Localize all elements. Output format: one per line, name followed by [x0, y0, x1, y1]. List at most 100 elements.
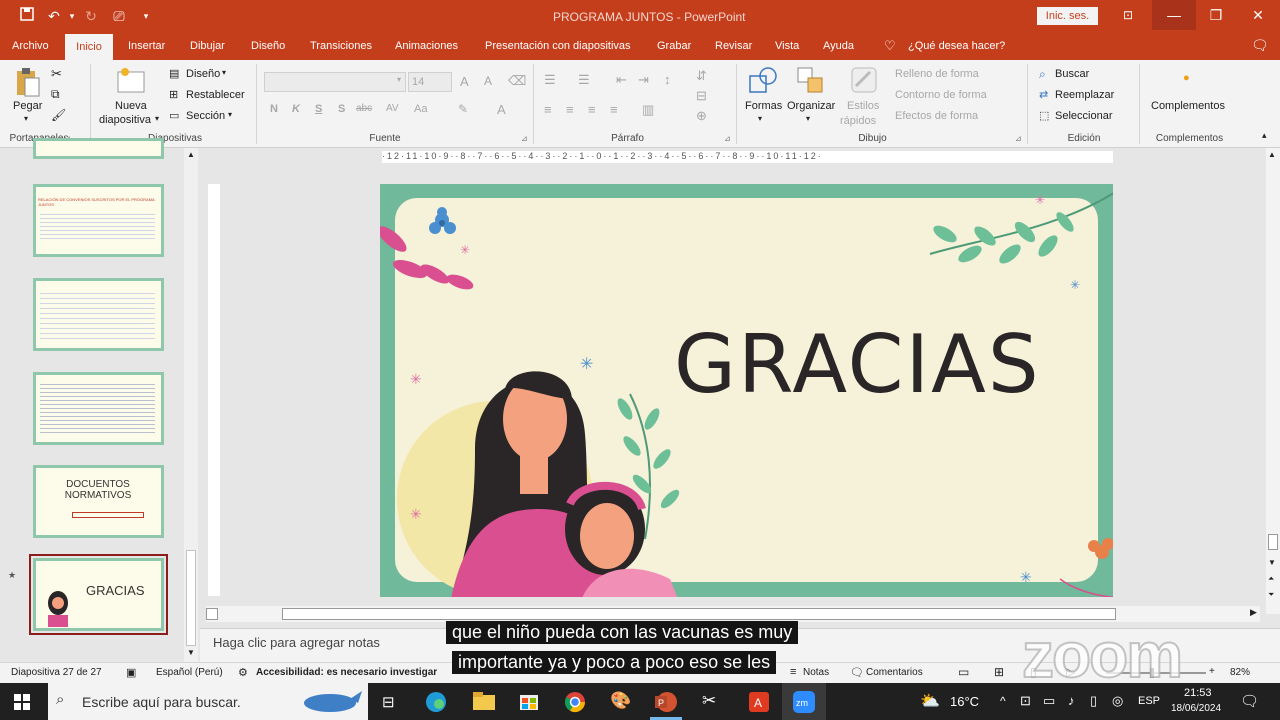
format-painter-icon[interactable]: 🖌	[51, 108, 66, 122]
comments-toggle[interactable]: Comentarios	[866, 667, 923, 678]
find-button[interactable]: Buscar	[1055, 68, 1089, 80]
italic-button[interactable]: K	[292, 103, 300, 115]
undo-icon[interactable]: ↶	[45, 7, 63, 25]
scroll-up-icon[interactable]: ▲	[1268, 150, 1276, 159]
slide[interactable]: ✳ ✳ ✳ ✳ ✳ ✳ ✳ GRACIAS	[380, 184, 1113, 597]
chevron-down-icon[interactable]: ▾	[758, 114, 762, 123]
dialog-launcher-icon[interactable]: ⊿	[521, 134, 528, 143]
weather-icon[interactable]: ⛅	[920, 691, 940, 711]
clock-time[interactable]: 21:53	[1184, 687, 1212, 699]
align-text-icon[interactable]: ⊟	[696, 88, 707, 104]
bullets-icon[interactable]: ☰	[544, 72, 556, 88]
justify-icon[interactable]: ≡	[610, 102, 618, 117]
select-button[interactable]: Seleccionar	[1055, 110, 1112, 122]
chrome-icon[interactable]	[564, 691, 586, 713]
tab-insertar[interactable]: Insertar	[128, 40, 165, 52]
shadow-button[interactable]: S	[338, 103, 345, 115]
cut-icon[interactable]: ✂	[51, 66, 62, 82]
customize-qat-icon[interactable]: ▾	[137, 7, 155, 25]
chevron-down-icon[interactable]: ▾	[222, 68, 226, 77]
dialog-launcher-icon[interactable]: ⊿	[724, 134, 731, 143]
smartart-icon[interactable]: ⊕	[696, 108, 707, 124]
reset-button[interactable]: Restablecer	[186, 89, 245, 101]
collapse-ribbon-icon[interactable]: ▴	[1262, 130, 1267, 141]
clock-date[interactable]: 18/06/2024	[1171, 703, 1221, 714]
shapes-button[interactable]: Formas	[745, 100, 782, 112]
align-center-icon[interactable]: ≡	[566, 102, 574, 117]
quick-styles-label-1[interactable]: Estilos	[847, 100, 879, 112]
scroll-thumb[interactable]	[1268, 534, 1278, 550]
slide-thumbnail[interactable]	[33, 372, 164, 445]
bold-button[interactable]: N	[270, 103, 278, 115]
zoom-level[interactable]: 82%	[1230, 667, 1250, 678]
file-explorer-icon[interactable]	[473, 692, 495, 710]
numbering-icon[interactable]: ☰	[578, 72, 590, 88]
next-slide-icon[interactable]: ⏷	[1268, 590, 1274, 600]
shapes-icon[interactable]	[748, 66, 778, 96]
align-left-icon[interactable]: ≡	[544, 102, 552, 117]
arrange-icon[interactable]	[796, 66, 826, 96]
slide-thumbnail[interactable]	[33, 278, 164, 351]
comments-icon[interactable]: 🗨	[1251, 37, 1269, 54]
scroll-down-icon[interactable]: ▼	[187, 648, 195, 657]
tab-inicio[interactable]: Inicio	[65, 34, 113, 60]
accessibility-status[interactable]: Accesibilidad: es necesario investigar	[256, 667, 437, 678]
previous-slide-icon[interactable]: ⏶	[1268, 574, 1274, 584]
volume-icon[interactable]: ♪	[1068, 693, 1075, 708]
addins-button[interactable]: Complementos	[1151, 100, 1225, 112]
scroll-thumb[interactable]	[282, 608, 1116, 620]
new-slide-icon[interactable]	[116, 66, 146, 94]
arrange-button[interactable]: Organizar	[787, 100, 835, 112]
save-icon[interactable]	[18, 7, 36, 25]
tab-dibujar[interactable]: Dibujar	[190, 40, 225, 52]
acrobat-icon[interactable]: A	[748, 691, 770, 713]
tab-ayuda[interactable]: Ayuda	[823, 40, 854, 52]
tab-vista[interactable]: Vista	[775, 40, 799, 52]
edge-icon[interactable]	[425, 691, 447, 713]
slide-thumbnail[interactable]: DOCUENTOS NORMATIVOS	[33, 465, 164, 538]
shape-effects-button[interactable]: Efectos de forma	[895, 110, 978, 122]
quick-styles-label-2[interactable]: rápidos	[840, 115, 876, 127]
tab-revisar[interactable]: Revisar	[715, 40, 752, 52]
tab-diseno[interactable]: Diseño	[251, 40, 285, 52]
paint-icon[interactable]: 🎨	[610, 691, 631, 711]
notifications-icon[interactable]: 🗨	[1240, 692, 1259, 710]
weather-temp[interactable]: 16°C	[950, 694, 979, 709]
normal-view-icon[interactable]: ▭	[958, 665, 969, 679]
ribbon-display-icon[interactable]: ⊡	[1106, 0, 1150, 30]
new-slide-label-1[interactable]: Nueva	[115, 100, 147, 112]
scroll-thumb[interactable]	[186, 550, 196, 646]
font-size-input[interactable]: 14	[408, 72, 452, 92]
store-icon[interactable]	[519, 691, 539, 711]
paste-icon[interactable]	[14, 66, 42, 98]
slide-vertical-scrollbar[interactable]: ▲ ▼ ⏶ ⏷	[1266, 148, 1280, 614]
tab-presentacion[interactable]: Presentación con diapositivas	[485, 40, 631, 52]
tray-camera-icon[interactable]: ⊡	[1020, 693, 1031, 709]
tell-me-input[interactable]: ¿Qué desea hacer?	[908, 40, 1005, 52]
shape-fill-button[interactable]: Relleno de forma	[895, 68, 979, 80]
start-from-beginning-icon[interactable]: ⎚	[110, 7, 128, 25]
scroll-left-icon[interactable]	[206, 608, 218, 620]
section-button[interactable]: Sección	[186, 110, 225, 122]
new-slide-label-2[interactable]: diapositiva	[99, 114, 151, 126]
scroll-down-icon[interactable]: ▼	[1268, 558, 1276, 567]
chevron-up-icon[interactable]: ^	[1000, 694, 1006, 708]
layout-button[interactable]: Diseño	[186, 68, 220, 80]
notes-toggle[interactable]: Notas	[803, 667, 829, 678]
undo-dropdown-icon[interactable]: ▾	[63, 7, 81, 25]
chevron-down-icon[interactable]: ▾	[397, 75, 401, 84]
slide-thumbnail[interactable]	[33, 138, 164, 159]
taskbar-search-box[interactable]: ⌕ Escribe aquí para buscar.	[48, 683, 368, 720]
taskbar-search-placeholder[interactable]: Escribe aquí para buscar.	[82, 694, 241, 710]
maximize-button[interactable]: ❐	[1194, 0, 1238, 30]
dialog-launcher-icon[interactable]: ⊿	[1015, 134, 1022, 143]
redo-icon[interactable]: ↻	[82, 7, 100, 25]
language-status[interactable]: Español (Perú)	[156, 667, 223, 678]
text-direction-icon[interactable]: ⇵	[696, 68, 707, 84]
close-button[interactable]: ✕	[1236, 0, 1280, 30]
clear-formatting-icon[interactable]: ⌫	[508, 73, 526, 89]
slide-thumbnail-selected[interactable]: GRACIAS	[29, 554, 168, 635]
slide-sorter-icon[interactable]: ⊞	[994, 665, 1004, 679]
network-icon[interactable]: ▭	[1043, 693, 1055, 709]
zoom-in-icon[interactable]: +	[1209, 666, 1215, 677]
